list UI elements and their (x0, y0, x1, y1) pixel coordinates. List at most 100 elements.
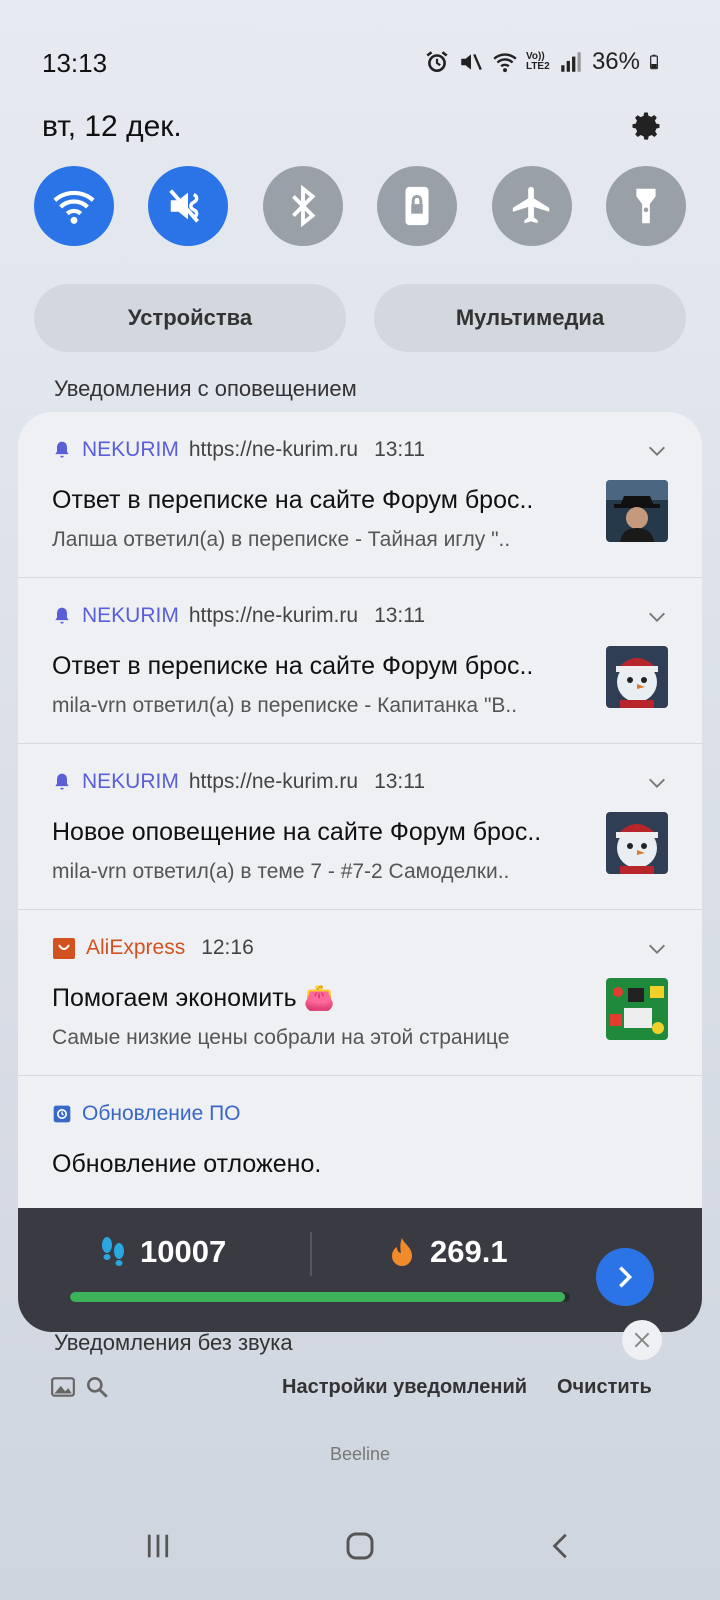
bottom-tools (50, 1374, 110, 1400)
notification-item[interactable]: NEKURIM https://ne-kurim.ru 13:11 Ответ … (18, 412, 702, 578)
battery-icon (650, 54, 658, 70)
steps-progress-fill (70, 1292, 565, 1302)
app-name: NEKURIM (82, 770, 179, 793)
battery-percent: 36% (591, 48, 640, 75)
notification-item[interactable]: NEKURIM https://ne-kurim.ru 13:11 Ответ … (18, 578, 702, 744)
app-name: NEKURIM (82, 438, 179, 461)
chevron-down-icon[interactable] (646, 440, 668, 462)
mute-toggle[interactable] (148, 166, 229, 246)
status-icons: Vo)) LTE2 36% (424, 48, 664, 76)
step-tracker-widget[interactable]: 10007 269.1 (18, 1208, 702, 1332)
notification-item[interactable]: AliExpress 12:16 Помогаем экономить 👛 Са… (18, 910, 702, 1076)
wifi-icon (493, 53, 517, 73)
chevron-down-icon[interactable] (646, 772, 668, 794)
aliexpress-icon (53, 938, 75, 959)
notification-header: AliExpress 12:16 (52, 936, 254, 960)
wifi-toggle[interactable] (34, 166, 114, 246)
navigation-bar (0, 1490, 720, 1600)
close-button[interactable] (622, 1320, 662, 1360)
notification-title: Помогаем экономить 👛 (52, 984, 335, 1012)
search-icon[interactable] (84, 1374, 110, 1400)
notification-body: Лапша ответил(а) в переписке - Тайная иг… (52, 528, 511, 551)
notification-body: Самые низкие цены собрали на этой страни… (52, 1026, 510, 1049)
calories-counter: 269.1 (388, 1234, 508, 1270)
app-name: Обновление ПО (82, 1102, 241, 1125)
date-label: вт, 12 дек. (42, 110, 182, 143)
notification-card: NEKURIM https://ne-kurim.ru 13:11 Ответ … (18, 412, 702, 1332)
app-name: NEKURIM (82, 604, 179, 627)
bluetooth-toggle[interactable] (262, 166, 343, 246)
notification-header: NEKURIM https://ne-kurim.ru 13:11 (52, 604, 425, 628)
back-button[interactable] (532, 1516, 592, 1576)
notification-body: mila-vrn ответил(а) в переписке - Капита… (52, 694, 518, 717)
app-name: AliExpress (86, 936, 186, 959)
home-button[interactable] (330, 1516, 390, 1576)
flashlight-icon (636, 188, 656, 224)
notification-settings-button[interactable]: Настройки уведомлений (282, 1376, 527, 1399)
mute-icon (169, 189, 200, 223)
recents-button[interactable] (128, 1516, 188, 1576)
notification-title: Обновление отложено. (52, 1150, 322, 1178)
bluetooth-icon (291, 184, 316, 228)
alerting-section-label: Уведомления с оповещением (54, 376, 357, 401)
open-health-button[interactable] (596, 1248, 654, 1306)
chevron-right-icon (619, 1266, 633, 1288)
notification-item[interactable]: Обновление ПО Обновление отложено. (18, 1076, 702, 1206)
steps-counter: 10007 (98, 1234, 226, 1270)
notification-header: Обновление ПО (52, 1102, 241, 1126)
notification-url: https://ne-kurim.ru (188, 770, 359, 793)
back-icon (552, 1533, 567, 1559)
notification-header: NEKURIM https://ne-kurim.ru 13:11 (52, 438, 425, 462)
steps-value: 10007 (140, 1234, 227, 1269)
bell-icon (55, 441, 69, 458)
notification-body: mila-vrn ответил(а) в теме 7 - #7-2 Само… (52, 860, 510, 883)
quick-settings (34, 166, 686, 246)
software-update-icon (53, 1105, 71, 1123)
notification-url: https://ne-kurim.ru (188, 438, 359, 461)
status-time: 13:13 (42, 48, 108, 78)
avatar-thumbnail (606, 812, 668, 874)
chevron-down-icon[interactable] (646, 606, 668, 628)
panel-buttons: Устройства Мультимедиа (34, 284, 686, 352)
calories-value: 269.1 (430, 1234, 508, 1269)
devices-button[interactable]: Устройства (34, 284, 346, 352)
divider (310, 1232, 312, 1276)
media-button[interactable]: Мультимедиа (374, 284, 686, 352)
signal-icon (561, 52, 581, 72)
lock-icon (405, 186, 429, 226)
flame-icon (392, 1238, 412, 1266)
footprints-icon (102, 1237, 124, 1266)
notification-time: 13:11 (374, 770, 426, 793)
bell-icon (55, 607, 69, 624)
volte-label: Vo)) LTE2 (525, 51, 550, 72)
home-icon (346, 1532, 374, 1560)
clear-button[interactable]: Очистить (557, 1376, 652, 1399)
notification-time: 13:11 (374, 604, 426, 627)
airplane-icon (512, 186, 549, 224)
avatar-thumbnail (606, 646, 668, 708)
gear-icon[interactable] (628, 108, 664, 144)
status-bar: 13:13 Vo)) LTE2 36% (0, 0, 720, 100)
notification-time: 12:16 (201, 936, 254, 959)
notification-title: Ответ в переписке на сайте Форум брос.. (52, 486, 534, 514)
promo-thumbnail (606, 978, 668, 1040)
carrier-label: Beeline (329, 1444, 391, 1464)
steps-progress-bar (70, 1292, 570, 1302)
chevron-down-icon[interactable] (646, 938, 668, 960)
wifi-icon (53, 190, 95, 224)
notification-title: Новое оповещение на сайте Форум брос.. (52, 818, 542, 846)
airplane-toggle[interactable] (491, 166, 572, 246)
bell-icon (55, 773, 69, 790)
recents-icon (147, 1534, 169, 1558)
notification-title: Ответ в переписке на сайте Форум брос.. (52, 652, 534, 680)
mute-icon (461, 53, 482, 71)
close-icon (634, 1332, 650, 1348)
image-icon[interactable] (50, 1374, 76, 1400)
notification-header: NEKURIM https://ne-kurim.ru 13:11 (52, 770, 425, 794)
flashlight-toggle[interactable] (605, 166, 686, 246)
notification-url: https://ne-kurim.ru (188, 604, 359, 627)
silent-section-label: Уведомления без звука (54, 1330, 293, 1355)
notification-item[interactable]: NEKURIM https://ne-kurim.ru 13:11 Новое … (18, 744, 702, 910)
avatar-thumbnail (606, 480, 668, 542)
rotation-lock-toggle[interactable] (377, 166, 458, 246)
